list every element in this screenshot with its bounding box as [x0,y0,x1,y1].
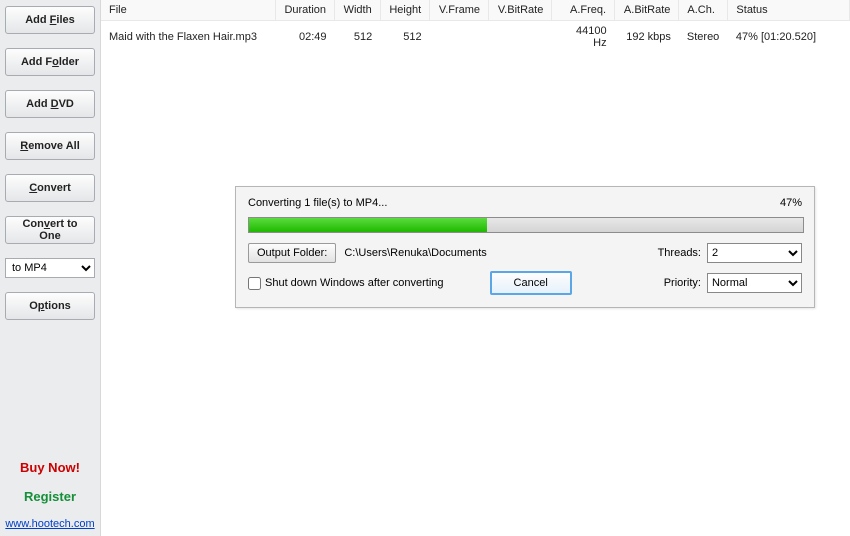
convert-button[interactable]: Convert [5,174,95,202]
col-duration[interactable]: Duration [275,0,334,21]
bottom-links: Buy Now! Register www.hootech.com [0,460,100,530]
shutdown-text: Shut down Windows after converting [265,277,444,289]
col-width[interactable]: Width [335,0,381,21]
remove-all-button[interactable]: Remove All [5,132,95,160]
convert-to-one-button[interactable]: Convert to One [5,216,95,244]
threads-select[interactable]: 2 [707,243,802,263]
buy-now-link[interactable]: Buy Now! [0,460,100,475]
format-select[interactable]: to MP4 [5,258,95,278]
add-files-button[interactable]: Add Files [5,6,95,34]
priority-select[interactable]: Normal [707,273,802,293]
options-button[interactable]: Options [5,292,95,320]
file-table: File Duration Width Height V.Frame V.Bit… [101,0,850,53]
shutdown-checkbox-label[interactable]: Shut down Windows after converting [248,277,444,290]
cell-afreq: 44100 Hz [552,21,615,54]
priority-label: Priority: [664,277,701,289]
output-folder-button[interactable]: Output Folder: [248,243,336,263]
col-ach[interactable]: A.Ch. [679,0,728,21]
cell-width: 512 [335,21,381,54]
sidebar: Add Files Add Folder Add DVD Remove All … [0,0,100,536]
cell-abitrate: 192 kbps [615,21,679,54]
col-file[interactable]: File [101,0,275,21]
col-status[interactable]: Status [728,0,850,21]
col-abitrate[interactable]: A.BitRate [615,0,679,21]
progress-bar [248,217,804,233]
main-panel: File Duration Width Height V.Frame V.Bit… [100,0,850,536]
cell-duration: 02:49 [275,21,334,54]
site-link[interactable]: www.hootech.com [0,518,100,530]
cell-file: Maid with the Flaxen Hair.mp3 [101,21,275,54]
shutdown-checkbox[interactable] [248,277,261,290]
cell-height: 512 [380,21,429,54]
col-vframe[interactable]: V.Frame [430,0,489,21]
header-row: File Duration Width Height V.Frame V.Bit… [101,0,850,21]
progress-fill [249,218,487,232]
cell-vbitrate [489,21,552,54]
cell-status: 47% [01:20.520] [728,21,850,54]
converting-label: Converting 1 file(s) to MP4... [248,197,387,209]
threads-label: Threads: [658,247,701,259]
cell-ach: Stereo [679,21,728,54]
add-dvd-button[interactable]: Add DVD [5,90,95,118]
col-afreq[interactable]: A.Freq. [552,0,615,21]
col-vbitrate[interactable]: V.BitRate [489,0,552,21]
col-height[interactable]: Height [380,0,429,21]
cancel-button[interactable]: Cancel [490,271,572,295]
percent-label: 47% [780,197,802,209]
add-folder-button[interactable]: Add Folder [5,48,95,76]
cell-vframe [430,21,489,54]
register-link[interactable]: Register [0,489,100,504]
output-path: C:\Users\Renuka\Documents [344,247,486,259]
progress-dialog: Converting 1 file(s) to MP4... 47% Outpu… [235,186,815,308]
table-row[interactable]: Maid with the Flaxen Hair.mp3 02:49 512 … [101,21,850,54]
